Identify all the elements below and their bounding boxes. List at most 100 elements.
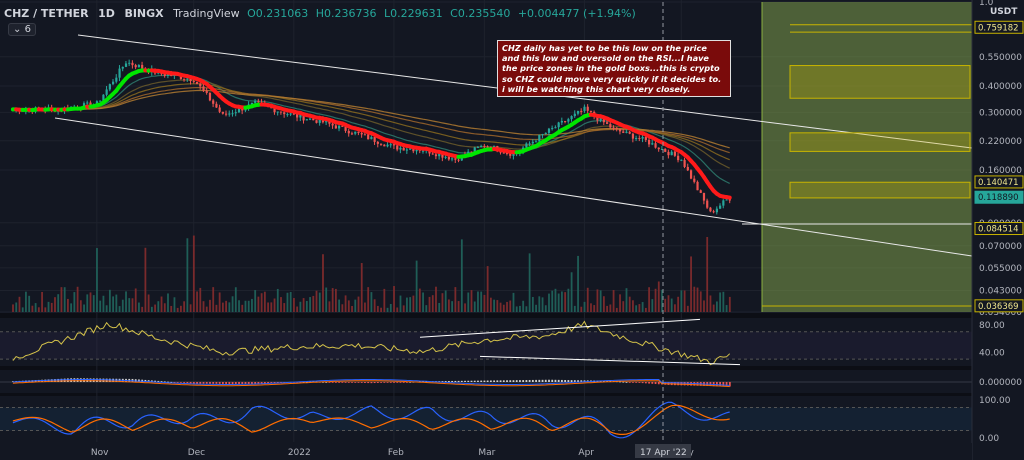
macd-histogram-bar bbox=[522, 380, 525, 382]
macd-tick-label: 0.000000 bbox=[979, 378, 1022, 388]
candle-body bbox=[615, 127, 618, 129]
volume-bar bbox=[706, 237, 709, 312]
volume-bar bbox=[328, 301, 331, 312]
projection-zone bbox=[762, 2, 972, 312]
candle-body bbox=[308, 118, 312, 120]
macd-histogram-bar bbox=[393, 382, 395, 383]
volume-bar bbox=[354, 299, 357, 312]
price-label-text: 0.140471 bbox=[978, 178, 1019, 188]
candle-body bbox=[208, 92, 212, 101]
macd-histogram-bar bbox=[73, 378, 76, 382]
candle-body bbox=[609, 123, 612, 128]
annotation-note[interactable]: CHZ daily has yet to be this low on the … bbox=[497, 40, 731, 98]
volume-bar bbox=[457, 301, 460, 312]
interval-label[interactable]: 1D bbox=[98, 7, 115, 20]
candle-body bbox=[702, 192, 706, 201]
candle-body bbox=[363, 134, 367, 136]
candle-body bbox=[392, 144, 396, 146]
volume-bar bbox=[334, 288, 337, 312]
volume-bar bbox=[154, 304, 156, 312]
candle-body bbox=[680, 159, 683, 161]
volume-bar bbox=[699, 291, 702, 312]
macd-histogram-bar bbox=[338, 382, 341, 383]
macd-histogram-bar bbox=[373, 382, 376, 384]
candle-body bbox=[722, 200, 725, 206]
candle-body bbox=[528, 143, 531, 145]
candle-body bbox=[380, 143, 383, 145]
candle-body bbox=[396, 145, 399, 150]
macd-histogram-bar bbox=[399, 382, 402, 383]
macd-histogram-bar bbox=[625, 381, 628, 383]
volume-bar bbox=[454, 287, 457, 312]
macd-histogram-bar bbox=[728, 382, 731, 387]
volume-bar bbox=[470, 290, 473, 312]
volume-bar bbox=[376, 305, 379, 312]
macd-histogram-bar bbox=[509, 380, 512, 382]
candle-body bbox=[331, 123, 334, 126]
macd-histogram-bar bbox=[234, 382, 237, 385]
symbol-name[interactable]: CHZ / TETHER bbox=[4, 7, 89, 20]
volume-bar bbox=[722, 291, 725, 312]
volume-bar bbox=[267, 302, 269, 312]
macd-histogram-bar bbox=[86, 378, 89, 382]
volume-bar bbox=[619, 294, 621, 312]
price-label-text: 0.118890 bbox=[978, 193, 1019, 203]
volume-bar bbox=[254, 290, 257, 312]
volume-bar bbox=[112, 296, 115, 312]
volume-bar bbox=[389, 303, 392, 312]
volume-bar bbox=[234, 287, 237, 312]
macd-histogram-bar bbox=[196, 382, 198, 384]
volume-bar bbox=[380, 307, 382, 312]
macd-histogram-bar bbox=[489, 380, 492, 382]
price-label-text: 0.759182 bbox=[978, 23, 1019, 33]
macd-histogram-bar bbox=[528, 379, 531, 382]
volume-bar bbox=[451, 301, 454, 312]
candle-body bbox=[476, 147, 480, 149]
macd-histogram-bar bbox=[102, 378, 105, 382]
symbol-header[interactable]: CHZ / TETHER 1D BINGX TradingView O0.231… bbox=[4, 7, 636, 20]
stoch-tick-label: 100.00 bbox=[979, 396, 1011, 406]
volume-bar bbox=[538, 296, 541, 312]
volume-bar bbox=[657, 281, 660, 312]
macd-histogram-bar bbox=[519, 380, 521, 382]
macd-histogram-bar bbox=[205, 382, 208, 384]
volume-bar bbox=[341, 304, 344, 312]
macd-histogram-bar bbox=[67, 378, 69, 382]
macd-histogram-bar bbox=[467, 380, 470, 382]
volume-bar bbox=[221, 302, 224, 312]
volume-bar bbox=[99, 300, 102, 312]
volume-bar bbox=[493, 299, 496, 312]
volume-bar bbox=[231, 296, 234, 312]
candle-body bbox=[570, 116, 573, 120]
volume-bar bbox=[167, 293, 169, 312]
candle-body bbox=[296, 114, 299, 118]
volume-bar bbox=[157, 301, 160, 312]
platform-label: TradingView bbox=[173, 7, 240, 20]
rsi-tick-label: 80.00 bbox=[979, 321, 1005, 331]
macd-histogram-bar bbox=[502, 380, 505, 382]
candle-body bbox=[696, 181, 699, 191]
candle-body bbox=[573, 113, 576, 117]
macd-histogram-bar bbox=[544, 379, 547, 382]
candle-body bbox=[622, 131, 625, 133]
macd-histogram-bar bbox=[334, 382, 337, 383]
volume-bar bbox=[134, 288, 137, 312]
macd-histogram-bar bbox=[96, 378, 98, 382]
volume-bar bbox=[409, 297, 412, 312]
macd-histogram-bar bbox=[512, 380, 515, 382]
candle-body bbox=[606, 122, 609, 124]
volume-bar bbox=[21, 307, 24, 312]
candle-body bbox=[108, 84, 111, 90]
indicators-toggle-button[interactable]: ⌄ 6 bbox=[8, 23, 36, 36]
currency-label: USDT bbox=[990, 7, 1018, 17]
volume-bar bbox=[712, 304, 715, 312]
candle-body bbox=[551, 127, 554, 129]
volume-bar bbox=[670, 298, 673, 312]
volume-bar bbox=[564, 292, 567, 312]
macd-histogram-bar bbox=[654, 382, 657, 385]
volume-bar bbox=[412, 295, 415, 312]
volume-bar bbox=[118, 306, 121, 312]
candle-body bbox=[218, 107, 221, 112]
macd-histogram-bar bbox=[493, 380, 496, 382]
change-value: +0.004477 (+1.94%) bbox=[517, 7, 636, 20]
